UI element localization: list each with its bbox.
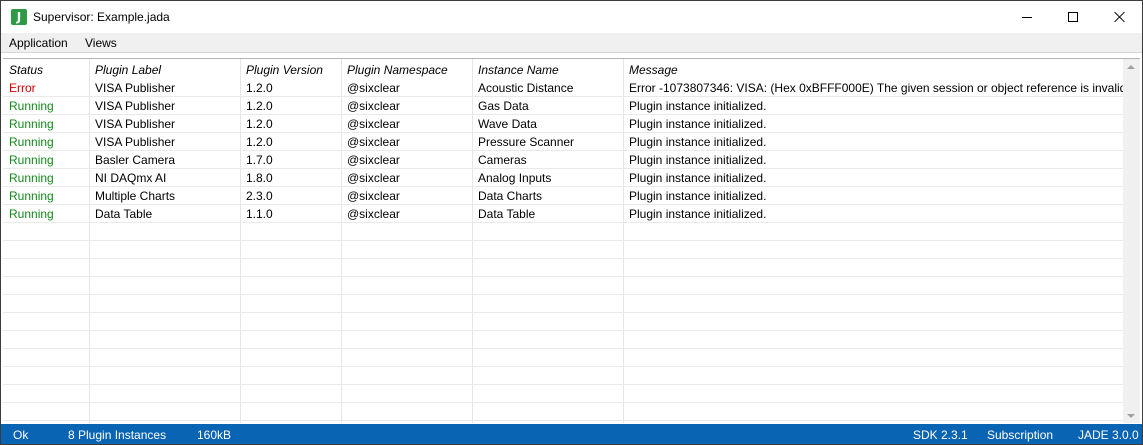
cell-status: Running: [9, 171, 54, 185]
cell-plugin-namespace: @sixclear: [347, 171, 400, 185]
window-title: Supervisor: Example.jada: [33, 10, 170, 24]
status-sdk-version: SDK 2.3.1: [913, 428, 968, 442]
cell-plugin-namespace: @sixclear: [347, 153, 400, 167]
cell-instance-name: Analog Inputs: [478, 171, 552, 185]
cell-message: Plugin instance initialized.: [629, 207, 767, 221]
cell-plugin-namespace: @sixclear: [347, 189, 400, 203]
cell-message: Plugin instance initialized.: [629, 153, 767, 167]
menu-bar: Application Views: [1, 33, 1142, 53]
cell-plugin-label: VISA Publisher: [95, 81, 176, 95]
scroll-up-icon[interactable]: [1127, 65, 1135, 69]
cell-plugin-version: 1.2.0: [246, 99, 273, 113]
empty-table-row: [3, 349, 1123, 367]
cell-message: Plugin instance initialized.: [629, 171, 767, 185]
cell-plugin-label: Multiple Charts: [95, 189, 176, 203]
cell-status: Running: [9, 99, 54, 113]
cell-plugin-version: 1.2.0: [246, 117, 273, 131]
cell-plugin-version: 1.2.0: [246, 81, 273, 95]
cell-instance-name: Acoustic Distance: [478, 81, 574, 95]
cell-message: Error -1073807346: VISA: (Hex 0xBFFF000E…: [629, 81, 1130, 95]
cell-instance-name: Data Charts: [478, 189, 543, 203]
cell-instance-name: Pressure Scanner: [478, 135, 575, 149]
empty-table-row: [3, 403, 1123, 421]
empty-table-row: [3, 313, 1123, 331]
status-subscription[interactable]: Subscription: [987, 428, 1053, 442]
cell-plugin-version: 1.7.0: [246, 153, 273, 167]
header-instance-name[interactable]: Instance Name: [478, 63, 559, 77]
app-logo-icon: J: [11, 9, 27, 25]
empty-table-row: [3, 259, 1123, 277]
maximize-icon: [1068, 12, 1078, 22]
cell-message: Plugin instance initialized.: [629, 117, 767, 131]
scroll-down-icon[interactable]: [1127, 414, 1135, 418]
close-button[interactable]: [1096, 1, 1142, 33]
cell-plugin-namespace: @sixclear: [347, 81, 400, 95]
table-row[interactable]: Running VISA Publisher 1.2.0 @sixclear Wave …: [3, 115, 1123, 133]
cell-message: Plugin instance initialized.: [629, 189, 767, 203]
cell-status: Running: [9, 117, 54, 131]
minimize-button[interactable]: [1004, 1, 1050, 33]
status-bar: Ok 8 Plugin Instances 160kB SDK 2.3.1 Su…: [1, 424, 1142, 444]
cell-plugin-version: 1.1.0: [246, 207, 273, 221]
cell-status: Running: [9, 153, 54, 167]
cell-status: Running: [9, 189, 54, 203]
cell-status: Running: [9, 135, 54, 149]
menu-views[interactable]: Views: [85, 36, 117, 50]
table-row[interactable]: Running VISA Publisher 1.2.0 @sixclear Press…: [3, 133, 1123, 151]
empty-table-row: [3, 277, 1123, 295]
empty-table-row: [3, 295, 1123, 313]
header-status[interactable]: Status: [9, 63, 43, 77]
table-row[interactable]: Running NI DAQmx AI 1.8.0 @sixclear Analog I…: [3, 169, 1123, 187]
header-plugin-namespace[interactable]: Plugin Namespace: [347, 63, 448, 77]
cell-plugin-label: VISA Publisher: [95, 99, 176, 113]
empty-table-row: [3, 331, 1123, 349]
empty-table-row: [3, 385, 1123, 403]
status-jade-version: JADE 3.0.0: [1078, 428, 1139, 442]
cell-instance-name: Cameras: [478, 153, 527, 167]
cell-plugin-namespace: @sixclear: [347, 117, 400, 131]
cell-message: Plugin instance initialized.: [629, 135, 767, 149]
empty-table-row: [3, 241, 1123, 259]
cell-plugin-label: Basler Camera: [95, 153, 176, 167]
header-plugin-version[interactable]: Plugin Version: [246, 63, 323, 77]
table-row[interactable]: Running Basler Camera 1.7.0 @sixclear Camera…: [3, 151, 1123, 169]
cell-instance-name: Wave Data: [478, 117, 537, 131]
status-instance-count: 8 Plugin Instances: [68, 428, 167, 442]
table-row[interactable]: Error VISA Publisher 1.2.0 @sixclear Acousti…: [3, 79, 1130, 97]
cell-plugin-namespace: @sixclear: [347, 207, 400, 221]
cell-plugin-namespace: @sixclear: [347, 135, 400, 149]
cell-plugin-version: 2.3.0: [246, 189, 273, 203]
cell-plugin-label: VISA Publisher: [95, 117, 176, 131]
plugin-instances-table: Status Plugin Label Plugin Version Plugi…: [3, 58, 1140, 423]
status-state: Ok: [13, 428, 29, 442]
cell-instance-name: Data Table: [478, 207, 536, 221]
maximize-button[interactable]: [1050, 1, 1096, 33]
status-memory: 160kB: [197, 428, 232, 442]
title-bar[interactable]: J Supervisor: Example.jada: [1, 1, 1142, 33]
cell-plugin-label: Data Table: [95, 207, 153, 221]
empty-table-row: [3, 223, 1123, 241]
header-plugin-label[interactable]: Plugin Label: [95, 63, 161, 77]
cell-status: Error: [9, 81, 36, 95]
cell-plugin-namespace: @sixclear: [347, 99, 400, 113]
cell-plugin-label: NI DAQmx AI: [95, 171, 167, 185]
minimize-icon: [1022, 16, 1032, 18]
table-header: Status Plugin Label Plugin Version Plugi…: [3, 61, 1123, 79]
table-row[interactable]: Running Multiple Charts 2.3.0 @sixclear Data…: [3, 187, 1123, 205]
close-icon: [1113, 11, 1125, 23]
cell-plugin-label: VISA Publisher: [95, 135, 176, 149]
menu-application[interactable]: Application: [9, 36, 68, 50]
supervisor-window: J Supervisor: Example.jada Application V…: [0, 0, 1143, 445]
cell-message: Plugin instance initialized.: [629, 99, 767, 113]
cell-status: Running: [9, 207, 54, 221]
empty-table-row: [3, 367, 1123, 385]
table-row[interactable]: Running VISA Publisher 1.2.0 @sixclear Gas D…: [3, 97, 1123, 115]
header-message[interactable]: Message: [629, 63, 678, 77]
cell-plugin-version: 1.2.0: [246, 135, 273, 149]
vertical-scrollbar[interactable]: [1123, 59, 1140, 423]
table-row[interactable]: Running Data Table 1.1.0 @sixclear Data Tabl…: [3, 205, 1123, 223]
cell-plugin-version: 1.8.0: [246, 171, 273, 185]
cell-instance-name: Gas Data: [478, 99, 529, 113]
